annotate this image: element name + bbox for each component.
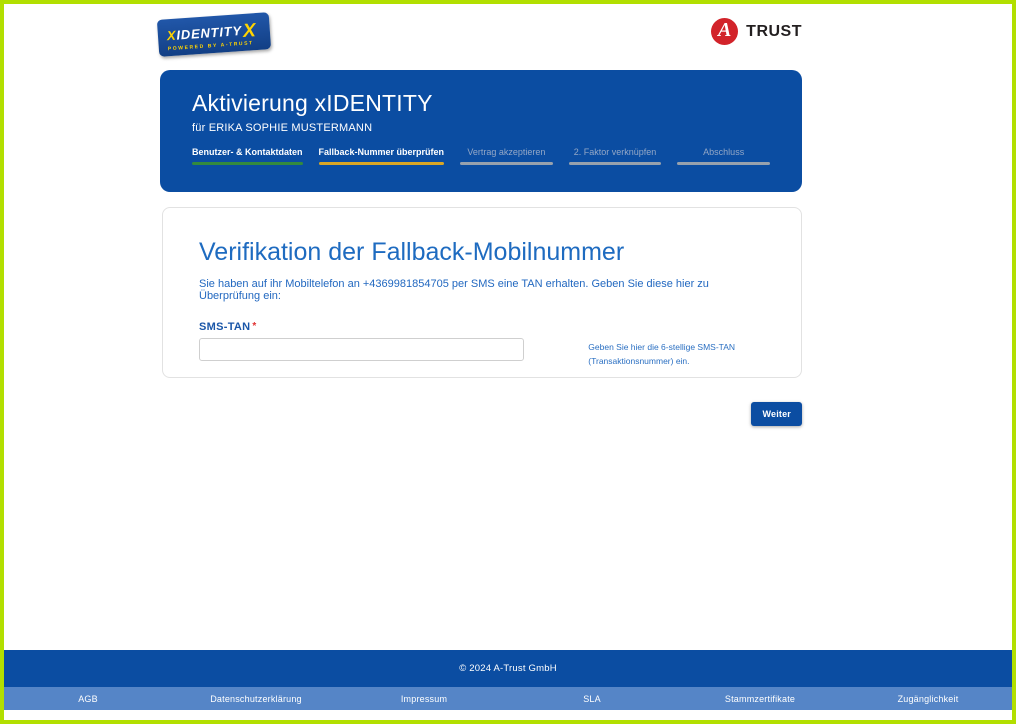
required-asterisk: * <box>252 321 256 332</box>
footer-link-agb[interactable]: AGB <box>4 694 172 704</box>
step-label: Fallback-Nummer überprüfen <box>319 147 445 162</box>
atrust-a-icon: A <box>711 18 738 45</box>
page: XIDENTITYX POWERED BY A-TRUST A TRUST Ak… <box>0 0 1016 724</box>
action-row: Weiter <box>162 402 802 426</box>
sms-tan-label: SMS-TAN* <box>199 321 765 333</box>
field-help-text: Geben Sie hier die 6-stellige SMS-TAN (T… <box>588 338 765 369</box>
sms-tan-field-row: Geben Sie hier die 6-stellige SMS-TAN (T… <box>199 338 765 369</box>
footer-link-impressum[interactable]: Impressum <box>340 694 508 704</box>
sms-tan-input[interactable] <box>199 338 524 361</box>
step-tabs: Benutzer- & Kontaktdaten Fallback-Nummer… <box>192 147 770 165</box>
step-tab-fallback-nummer[interactable]: Fallback-Nummer überprüfen <box>319 147 445 165</box>
step-indicator-bar <box>677 162 770 165</box>
section-heading: Verifikation der Fallback-Mobilnummer <box>199 238 765 267</box>
atrust-logo-text: TRUST <box>746 23 802 41</box>
step-label: 2. Faktor verknüpfen <box>569 147 662 162</box>
step-label: Benutzer- & Kontaktdaten <box>192 147 303 162</box>
step-tab-benutzer-kontaktdaten[interactable]: Benutzer- & Kontaktdaten <box>192 147 303 165</box>
step-tab-abschluss[interactable]: Abschluss <box>677 147 770 165</box>
footer-link-datenschutz[interactable]: Datenschutzerklärung <box>172 694 340 704</box>
logo-x-icon: X <box>242 20 257 42</box>
step-tab-vertrag[interactable]: Vertrag akzeptieren <box>460 147 553 165</box>
step-indicator-bar <box>319 162 445 165</box>
footer: © 2024 A-Trust GmbH AGB Datenschutzerklä… <box>4 650 1012 710</box>
page-title: Aktivierung xIDENTITY <box>192 90 770 117</box>
footer-link-stammzertifikate[interactable]: Stammzertifikate <box>676 694 844 704</box>
top-bar: XIDENTITYX POWERED BY A-TRUST A TRUST <box>158 12 802 53</box>
weiter-button[interactable]: Weiter <box>751 402 802 426</box>
step-label: Vertrag akzeptieren <box>460 147 553 162</box>
atrust-logo: A TRUST <box>711 18 802 45</box>
footer-link-zugaenglichkeit[interactable]: Zugänglichkeit <box>844 694 1012 704</box>
logo-word: IDENTITY <box>176 23 243 43</box>
step-indicator-bar <box>460 162 553 165</box>
step-label: Abschluss <box>677 147 770 162</box>
xidentity-logo[interactable]: XIDENTITYX POWERED BY A-TRUST <box>157 12 271 57</box>
step-tab-zweiter-faktor[interactable]: 2. Faktor verknüpfen <box>569 147 662 165</box>
footer-link-sla[interactable]: SLA <box>508 694 676 704</box>
copyright-text: © 2024 A-Trust GmbH <box>459 663 557 674</box>
footer-links-bar: AGB Datenschutzerklärung Impressum SLA S… <box>4 687 1012 710</box>
instruction-text: Sie haben auf ihr Mobiltelefon an +43699… <box>199 278 765 302</box>
footer-copyright-bar: © 2024 A-Trust GmbH <box>4 650 1012 687</box>
step-indicator-bar <box>192 162 303 165</box>
step-indicator-bar <box>569 162 662 165</box>
sms-tan-label-text: SMS-TAN <box>199 321 250 333</box>
user-name-subtitle: für ERIKA SOPHIE MUSTERMANN <box>192 122 770 134</box>
verification-card: Verifikation der Fallback-Mobilnummer Si… <box>162 207 802 378</box>
activation-header-card: Aktivierung xIDENTITY für ERIKA SOPHIE M… <box>160 70 802 192</box>
